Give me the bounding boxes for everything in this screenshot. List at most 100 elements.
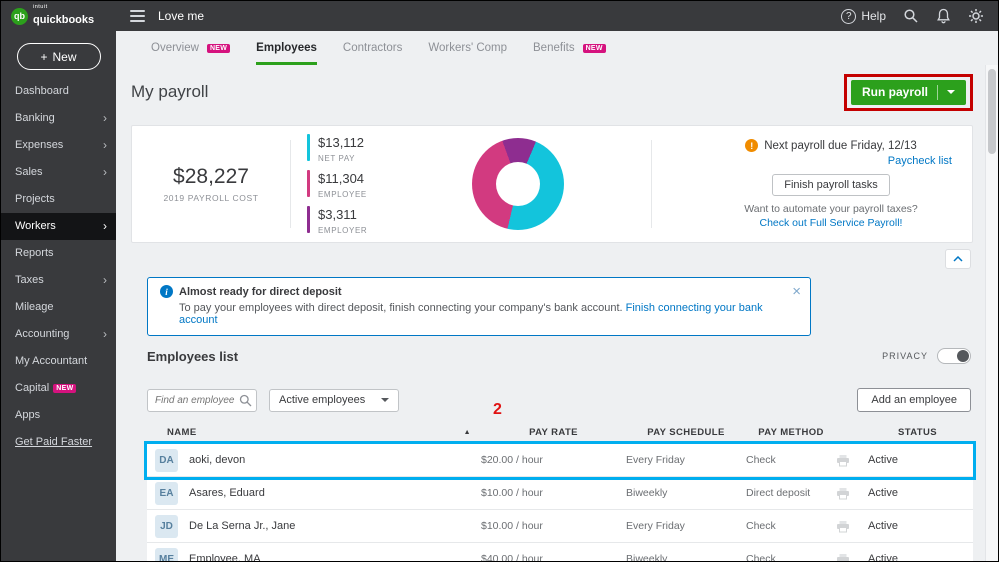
search-icon[interactable] bbox=[903, 8, 919, 24]
stat-employer: $3,311 EMPLOYER bbox=[307, 206, 466, 235]
sidebar-item-accounting[interactable]: Accounting› bbox=[1, 321, 116, 348]
employee-name[interactable]: Asares, Eduard bbox=[189, 487, 265, 499]
notifications-bell-icon[interactable] bbox=[936, 8, 951, 24]
scrollbar-thumb[interactable] bbox=[988, 69, 996, 154]
close-icon[interactable]: × bbox=[792, 284, 801, 299]
donut-chart-area bbox=[466, 138, 651, 230]
print-paycheck-icon[interactable] bbox=[836, 553, 850, 562]
employee-row[interactable]: ME Employee, MA $40.00 / hour Biweekly C… bbox=[147, 543, 973, 561]
employee-row[interactable]: EA Asares, Eduard $10.00 / hour Biweekly… bbox=[147, 477, 973, 510]
print-paycheck-icon[interactable] bbox=[836, 454, 850, 467]
add-employee-button[interactable]: Add an employee bbox=[857, 388, 971, 412]
employee-avatar: JD bbox=[155, 515, 178, 538]
quickbooks-logo[interactable]: qb intuit quickbooks bbox=[1, 5, 116, 27]
caret-down-icon[interactable] bbox=[947, 90, 955, 94]
menu-icon[interactable] bbox=[130, 10, 145, 22]
privacy-toggle[interactable] bbox=[937, 348, 971, 364]
sidebar-item-get-paid-faster[interactable]: Get Paid Faster bbox=[1, 429, 116, 456]
chevron-right-icon: › bbox=[103, 213, 107, 240]
collapse-summary-button[interactable] bbox=[945, 249, 971, 269]
stat-label: EMPLOYER bbox=[318, 226, 367, 235]
payroll-donut-chart bbox=[472, 138, 564, 230]
stat-net-pay: $13,112 NET PAY bbox=[307, 134, 466, 163]
status-cell: Active bbox=[862, 520, 973, 532]
new-badge: NEW bbox=[583, 44, 606, 53]
quickbooks-label: quickbooks bbox=[33, 14, 94, 26]
employee-row[interactable]: DA aoki, devon $20.00 / hour Every Frida… bbox=[147, 444, 973, 477]
sidebar-item-banking[interactable]: Banking› bbox=[1, 105, 116, 132]
vertical-scrollbar[interactable] bbox=[985, 65, 998, 561]
top-bar-actions: ? Help bbox=[841, 8, 998, 24]
employee-name[interactable]: Employee, MA bbox=[189, 553, 261, 561]
stat-amount: $13,112 bbox=[318, 135, 364, 150]
page-header: My payroll Run payroll bbox=[131, 71, 973, 113]
search-icon[interactable] bbox=[239, 394, 252, 407]
column-header-pay-schedule[interactable]: PAY SCHEDULE bbox=[626, 427, 746, 438]
tab-contractors[interactable]: Contractors bbox=[343, 31, 402, 65]
sidebar-item-label: Sales bbox=[15, 166, 43, 178]
stat-amount: $11,304 bbox=[318, 171, 364, 186]
sidebar-item-dashboard[interactable]: Dashboard bbox=[1, 78, 116, 105]
sidebar-item-taxes[interactable]: Taxes› bbox=[1, 267, 116, 294]
column-header-name[interactable]: NAME ▲ bbox=[147, 427, 481, 438]
alert-title: Almost ready for direct deposit bbox=[179, 286, 342, 298]
sidebar-item-label: Apps bbox=[15, 409, 40, 421]
pay-rate-cell: $10.00 / hour bbox=[481, 520, 626, 532]
run-payroll-button[interactable]: Run payroll bbox=[851, 80, 966, 105]
privacy-label: PRIVACY bbox=[882, 351, 928, 361]
column-header-status[interactable]: STATUS bbox=[862, 427, 973, 438]
employee-name[interactable]: De La Serna Jr., Jane bbox=[189, 520, 295, 532]
pay-rate-cell: $10.00 / hour bbox=[481, 487, 626, 499]
sidebar-item-expenses[interactable]: Expenses› bbox=[1, 132, 116, 159]
tab-benefits[interactable]: Benefits NEW bbox=[533, 31, 606, 65]
new-button[interactable]: + New bbox=[17, 43, 101, 70]
tab-label: Overview bbox=[151, 42, 199, 54]
sidebar-item-reports[interactable]: Reports bbox=[1, 240, 116, 267]
sidebar-item-projects[interactable]: Projects bbox=[1, 186, 116, 213]
button-divider bbox=[937, 85, 938, 100]
sidebar-item-label: My Accountant bbox=[15, 355, 87, 367]
total-label: 2019 PAYROLL COST bbox=[132, 193, 290, 203]
chevron-right-icon: › bbox=[103, 159, 107, 186]
sidebar-item-label: Workers bbox=[15, 220, 56, 232]
direct-deposit-alert: i Almost ready for direct deposit To pay… bbox=[147, 277, 811, 336]
sidebar-item-label: Mileage bbox=[15, 301, 54, 313]
status-cell: Active bbox=[862, 454, 973, 466]
settings-gear-icon[interactable] bbox=[968, 8, 984, 24]
sidebar-item-capital[interactable]: Capital NEW bbox=[1, 375, 116, 402]
sort-ascending-icon[interactable]: ▲ bbox=[464, 429, 471, 436]
new-badge: NEW bbox=[53, 384, 76, 393]
paycheck-list-link[interactable]: Paycheck list bbox=[710, 155, 952, 167]
qb-logo-icon: qb bbox=[11, 8, 28, 25]
sidebar-item-sales[interactable]: Sales › bbox=[1, 159, 116, 186]
sidebar-item-label: Capital bbox=[15, 382, 49, 394]
tab-workers-comp[interactable]: Workers' Comp bbox=[428, 31, 507, 65]
sidebar-item-workers[interactable]: Workers › bbox=[1, 213, 116, 240]
plus-icon: + bbox=[40, 50, 47, 64]
pay-schedule-cell: Biweekly bbox=[626, 553, 746, 561]
print-paycheck-icon[interactable] bbox=[836, 520, 850, 533]
print-paycheck-icon[interactable] bbox=[836, 487, 850, 500]
full-service-payroll-link[interactable]: Check out Full Service Payroll! bbox=[710, 217, 952, 229]
column-header-pay-method[interactable]: PAY METHOD bbox=[746, 427, 836, 438]
stat-label: NET PAY bbox=[318, 154, 364, 163]
employee-row[interactable]: JD De La Serna Jr., Jane $10.00 / hour E… bbox=[147, 510, 973, 543]
tab-label: Benefits bbox=[533, 42, 575, 54]
employee-name[interactable]: aoki, devon bbox=[189, 454, 245, 466]
sidebar-item-label: Expenses bbox=[15, 139, 63, 151]
help-button[interactable]: ? Help bbox=[841, 9, 886, 24]
finish-payroll-tasks-button[interactable]: Finish payroll tasks bbox=[772, 174, 890, 196]
help-icon: ? bbox=[841, 9, 856, 24]
tab-overview[interactable]: Overview NEW bbox=[151, 31, 230, 65]
sidebar-item-apps[interactable]: Apps bbox=[1, 402, 116, 429]
sidebar-item-label: Banking bbox=[15, 112, 55, 124]
tab-employees[interactable]: Employees bbox=[256, 31, 317, 65]
pay-schedule-cell: Every Friday bbox=[626, 520, 746, 532]
sidebar-item-mileage[interactable]: Mileage bbox=[1, 294, 116, 321]
filter-selected-label: Active employees bbox=[279, 394, 365, 406]
sidebar-item-label: Reports bbox=[15, 247, 54, 259]
employee-filter-dropdown[interactable]: Active employees bbox=[269, 389, 399, 412]
column-header-pay-rate[interactable]: PAY RATE bbox=[481, 427, 626, 438]
tab-label: Workers' Comp bbox=[428, 42, 507, 54]
sidebar-item-my-accountant[interactable]: My Accountant bbox=[1, 348, 116, 375]
